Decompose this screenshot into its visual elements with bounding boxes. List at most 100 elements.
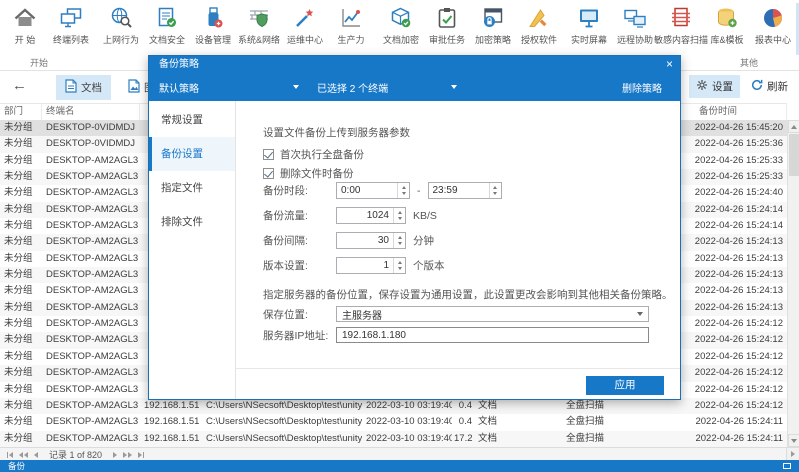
approval-task-icon [435,5,459,31]
home-icon [13,5,37,31]
ribbon-item-document-security[interactable]: 文档安全 [144,3,190,55]
table-cell: 未分组 [0,169,42,185]
table-cell: DESKTOP-AM2AGL3 [42,300,140,316]
table-row[interactable]: 未分组DESKTOP-AM2AGL3192.168.1.51C:\Users\N… [0,431,787,447]
ribbon-item-document-encrypt[interactable]: 文档加密 [378,3,424,55]
delete-policy-button[interactable]: 删除策略 [622,80,662,95]
table-cell: 未分组 [0,153,42,169]
save-location-select[interactable]: 主服务器 [336,306,649,322]
pager-next-button[interactable] [110,452,120,458]
table-cell: 文档 [474,431,520,447]
backup-time-from-input[interactable]: 0:00 [336,182,410,199]
spinner-control[interactable] [489,183,501,198]
scroll-down-button[interactable] [788,434,799,447]
realtime-screen-icon [577,5,601,31]
checkbox-row-0[interactable]: 首次执行全盘备份 [263,147,364,162]
table-cell: 未分组 [0,332,42,348]
table-cell: DESKTOP-AM2AGL3 [42,382,140,398]
authorized-software-icon [527,5,551,31]
checkbox-label: 首次执行全盘备份 [280,147,364,162]
backup-time-to-value[interactable]: 23:59 [429,183,489,198]
ribbon-item-sensitive-scan[interactable]: 敏感内容扫描 [658,3,704,55]
backup-flow-row: 备份流量: 1024 KB/S [263,207,437,224]
table-cell: DESKTOP-AM2AGL3 [42,365,140,381]
table-cell: 全盘扫描 [520,431,650,447]
table-cell: 192.168.1.51 [140,414,202,430]
pager-last-button[interactable] [135,452,147,458]
dialog-nav-item-0[interactable]: 常规设置 [149,103,235,137]
server-ip-row: 服务器IP地址: 192.168.1.180 [263,327,649,343]
backup-time-row: 备份时段: 0:00 - 23:59 [263,182,502,199]
backup-interval-value[interactable]: 30 [337,233,393,248]
column-header-0[interactable]: 部门 [0,104,42,120]
ribbon-item-report-center[interactable]: 报表中心 [750,3,796,55]
pager-prev-button[interactable] [31,452,41,458]
ribbon-item-realtime-screen[interactable]: 实时屏幕 [566,3,612,55]
backup-interval-input[interactable]: 30 [336,232,406,249]
backup-time-to-input[interactable]: 23:59 [428,182,502,199]
ribbon-item-library-template[interactable]: 库&模板 [704,3,750,55]
scroll-up-button[interactable] [788,120,799,133]
checkbox-row-1[interactable]: 删除文件时备份 [263,166,354,181]
table-cell: 未分组 [0,382,42,398]
spinner-control[interactable] [397,183,409,198]
right-arrow-icon [113,452,117,458]
dialog-nav-item-3[interactable]: 排除文件 [149,205,235,239]
pager-fast-next-button[interactable] [120,452,135,458]
dialog-nav-item-1[interactable]: 备份设置 [149,137,235,171]
ribbon-item-web-behavior[interactable]: 上网行为 [98,3,144,55]
ribbon-item-authorized-software[interactable]: 授权软件 [516,3,562,55]
version-value[interactable]: 1 [337,258,393,273]
tab-selected-document[interactable]: 文档 [56,75,111,100]
apply-button[interactable]: 应用 [586,376,664,395]
ribbon-item-productivity[interactable]: 生产力 [328,3,374,55]
table-cell: DESKTOP-AM2AGL3 [42,169,140,185]
ribbon-item-ops-center[interactable]: 运维中心 [282,3,328,55]
left-arrow-icon [19,452,23,458]
horizontal-scroll-right-button[interactable] [786,448,799,460]
scrollbar-thumb[interactable] [789,134,799,176]
footer-divider [236,368,680,369]
refresh-button[interactable]: 刷新 [744,75,795,98]
table-row[interactable]: 未分组DESKTOP-AM2AGL3192.168.1.51C:\Users\N… [0,398,787,414]
policy-dropdown[interactable]: 默认策略 [159,80,299,95]
ribbon-item-label: 上网行为 [103,33,139,46]
table-cell: 未分组 [0,136,42,152]
backup-time-label: 备份时段: [263,183,336,198]
terminal-dropdown[interactable]: 已选择 2 个终端 [317,80,457,95]
backup-flow-input[interactable]: 1024 [336,207,406,224]
ribbon-item-terminal-list[interactable]: 终端列表 [48,3,94,55]
table-cell: 0.4 [452,414,474,430]
column-header-1[interactable]: 终端名 [42,104,140,120]
backup-flow-value[interactable]: 1024 [337,208,393,223]
ribbon-item-encrypt-policy[interactable]: 加密策略 [470,3,516,55]
ribbon-item-remote-assist[interactable]: 远程协助 [612,3,658,55]
document-security-icon [155,5,179,31]
version-input[interactable]: 1 [336,257,406,274]
pager-first-button[interactable] [4,452,16,458]
table-row[interactable]: 未分组DESKTOP-AM2AGL3192.168.1.51C:\Users\N… [0,414,787,430]
backup-time-from-value[interactable]: 0:00 [337,183,397,198]
spinner-control[interactable] [393,233,405,248]
spinner-control[interactable] [393,258,405,273]
checkbox-checked[interactable] [263,149,274,160]
spinner-control[interactable] [393,208,405,223]
ribbon-item-device-management[interactable]: 设备管理 [190,3,236,55]
table-cell: 未分组 [0,349,42,365]
back-button[interactable] [12,77,27,94]
checkbox-checked[interactable] [263,168,274,179]
ribbon-item-system-network[interactable]: 系统&网络 [236,3,282,55]
ribbon-item-approval-task[interactable]: 审批任务 [424,3,470,55]
table-cell: DESKTOP-0VIDMDJ [42,136,140,152]
web-behavior-icon [109,5,133,31]
table-cell: DESKTOP-AM2AGL3 [42,185,140,201]
pager-fast-prev-button[interactable] [16,452,31,458]
close-button[interactable] [666,56,673,72]
server-ip-input[interactable]: 192.168.1.180 [336,327,649,343]
dialog-nav-item-2[interactable]: 指定文件 [149,171,235,205]
settings-button[interactable]: 设置 [689,75,740,98]
checkbox-label: 删除文件时备份 [280,166,354,181]
ribbon-item-home[interactable]: 开 始 [2,3,48,55]
table-cell: 未分组 [0,234,42,250]
table-vertical-scrollbar[interactable] [787,120,799,447]
